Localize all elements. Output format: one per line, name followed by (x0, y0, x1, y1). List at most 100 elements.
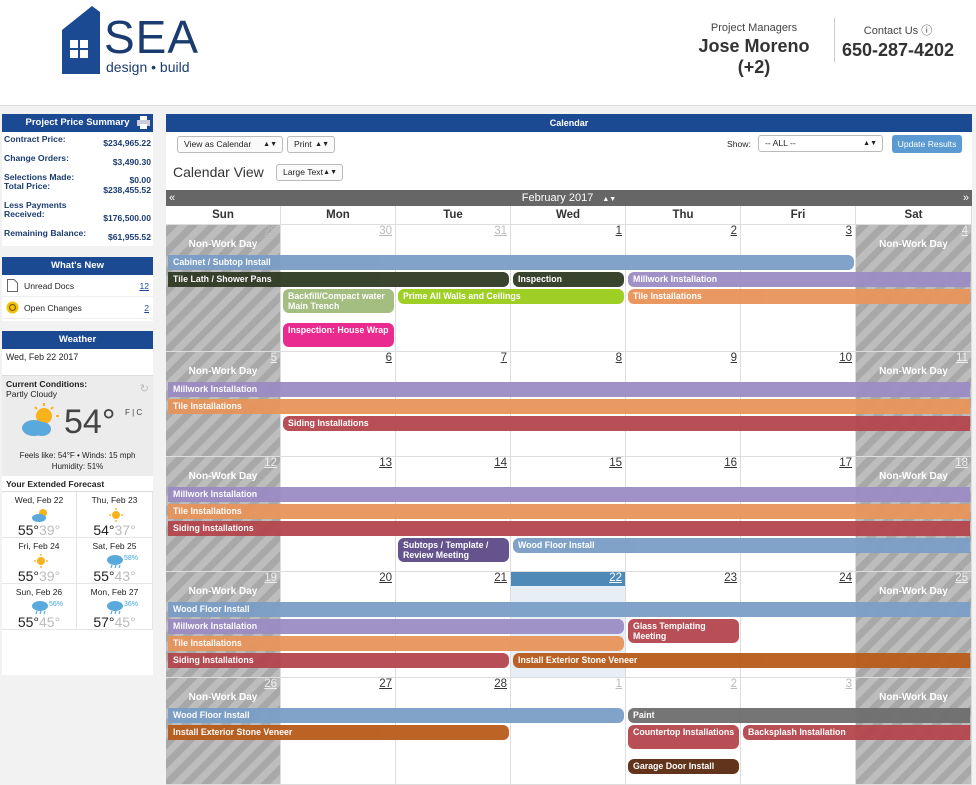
calendar-event[interactable]: Paint (628, 708, 970, 723)
non-work-day-label: Non-Work Day (188, 586, 258, 597)
pm-name[interactable]: Jose Moreno (+2) (680, 36, 828, 78)
weather-panel: Weather Wed, Feb 22 2017 Current Conditi… (2, 331, 153, 675)
day-number[interactable]: 1 (616, 225, 622, 237)
day-number[interactable]: 29 (264, 225, 277, 237)
refresh-icon[interactable]: ↻ (140, 382, 149, 395)
non-work-day-label: Non-Work Day (188, 366, 258, 377)
forecast-day-label: Wed, Feb 22 (14, 495, 64, 505)
day-number[interactable]: 30 (379, 225, 392, 237)
logo-tagline: design • build (106, 59, 190, 75)
day-number[interactable]: 26 (264, 678, 277, 690)
calendar-event[interactable]: Millwork Installation (168, 382, 970, 397)
calendar-event[interactable]: Backfill/Compact water Main Trench (283, 289, 394, 313)
day-number[interactable]: 7 (501, 352, 507, 364)
calendar-event[interactable]: Tile Installations (168, 636, 624, 651)
partly-cloudy-icon (22, 403, 59, 436)
month-label[interactable]: February 2017 (522, 192, 594, 204)
price-row: Selections Made: Total Price: $0.00 $238,… (2, 172, 153, 196)
calendar-day-nonwork[interactable]: 29 Non-Work Day (166, 225, 281, 352)
calendar-event[interactable]: Install Exterior Stone Veneer (168, 725, 509, 740)
day-number[interactable]: 12 (264, 457, 277, 469)
prev-month-button[interactable]: « (169, 190, 175, 206)
day-number[interactable]: 28 (494, 678, 507, 690)
day-number[interactable]: 9 (731, 352, 737, 364)
rain-icon (107, 601, 123, 614)
day-number[interactable]: 2 (731, 678, 737, 690)
unread-docs-row[interactable]: Unread Docs 12 (2, 275, 153, 297)
next-month-button[interactable]: » (963, 190, 969, 206)
calendar-event[interactable]: Prime All Walls and Ceilings (398, 289, 624, 304)
day-number[interactable]: 16 (724, 457, 737, 469)
open-changes-label: Open Changes (24, 303, 82, 313)
day-number[interactable]: 20 (379, 572, 392, 584)
calendar-event[interactable]: Tile Lath / Shower Pans (168, 272, 509, 287)
calendar-event[interactable]: Siding Installations (168, 521, 970, 536)
day-number[interactable]: 14 (494, 457, 507, 469)
conditions-label: Current Conditions: (6, 379, 88, 389)
calendar-event[interactable]: Subtops / Template / Review Meeting (398, 538, 509, 562)
open-changes-row[interactable]: Open Changes 2 (2, 297, 153, 319)
day-number[interactable]: 3 (846, 225, 852, 237)
calendar-event[interactable]: Millwork Installation (628, 272, 970, 287)
day-number[interactable]: 5 (271, 352, 277, 364)
day-number[interactable]: 8 (616, 352, 622, 364)
calendar-event[interactable]: Millwork Installation (168, 487, 970, 502)
open-changes-count[interactable]: 2 (144, 303, 149, 313)
day-number[interactable]: 10 (839, 352, 852, 364)
day-number[interactable]: 23 (724, 572, 737, 584)
view-select[interactable]: View as Calendar ▲▼ (177, 136, 283, 153)
calendar-event[interactable]: Tile Installations (628, 289, 970, 304)
calendar-event[interactable]: Install Exterior Stone Veneer (513, 653, 970, 668)
calendar-event[interactable]: Siding Installations (283, 416, 970, 431)
calendar-view-title: Calendar View (173, 164, 264, 180)
calendar-event[interactable]: Wood Floor Install (168, 708, 624, 723)
calendar-event[interactable]: Garage Door Install (628, 759, 739, 774)
day-number[interactable]: 17 (839, 457, 852, 469)
contact-label[interactable]: Contact Us ⓘ (840, 22, 956, 38)
print-select[interactable]: Print ▲▼ (287, 136, 335, 153)
forecast-day-label: Mon, Feb 27 (90, 587, 139, 597)
day-number[interactable]: 2 (731, 225, 737, 237)
calendar-event[interactable]: Millwork Installation (168, 619, 624, 634)
calendar-event[interactable]: Inspection: House Wrap (283, 323, 394, 347)
calendar-event[interactable]: Countertop Installations (628, 725, 739, 749)
show-select[interactable]: -- ALL -- ▲▼ (758, 135, 883, 152)
day-number[interactable]: 24 (839, 572, 852, 584)
calendar-event[interactable]: Siding Installations (168, 653, 509, 668)
update-results-button[interactable]: Update Results (892, 135, 962, 153)
day-number[interactable]: 27 (379, 678, 392, 690)
day-number[interactable]: 4 (962, 678, 968, 690)
text-size-select[interactable]: Large Text ▲▼ (276, 164, 343, 181)
calendar-event[interactable]: Tile Installations (168, 504, 970, 519)
day-number[interactable]: 21 (494, 572, 507, 584)
unread-docs-count[interactable]: 12 (139, 281, 149, 291)
day-number[interactable]: 19 (264, 572, 277, 584)
month-picker-icon[interactable]: ▲▼ (602, 196, 616, 203)
day-number[interactable]: 13 (379, 457, 392, 469)
forecast-temps: 55°45° (2, 614, 76, 630)
calendar-event[interactable]: Tile Installations (168, 399, 970, 414)
day-number[interactable]: 25 (955, 572, 968, 584)
calendar-event[interactable]: Inspection (513, 272, 624, 287)
day-number[interactable]: 4 (962, 225, 968, 237)
calendar-event[interactable]: Glass Templating Meeting (628, 619, 739, 643)
day-number[interactable]: 11 (956, 352, 968, 364)
forecast-day: Sat, Feb 25 58% 55°43° (77, 538, 153, 584)
calendar-event[interactable]: Backsplash Installation (743, 725, 970, 740)
day-number[interactable]: 31 (494, 225, 507, 237)
day-number[interactable]: 18 (955, 457, 968, 469)
unit-toggle[interactable]: F | C (125, 408, 142, 417)
calendar-event[interactable]: Wood Floor Install (168, 602, 970, 617)
day-number[interactable]: 15 (609, 457, 622, 469)
calendar-day[interactable]: 1 (511, 678, 626, 785)
calendar-event[interactable]: Cabinet / Subtop Install (168, 255, 854, 270)
forecast-grid: Wed, Feb 22 55°39° Thu, Feb 23 54°37° Fri, F… (2, 492, 153, 630)
day-number[interactable]: 6 (386, 352, 392, 364)
day-number[interactable]: 3 (846, 678, 852, 690)
print-icon[interactable] (137, 116, 150, 129)
day-number[interactable]: 1 (616, 678, 622, 690)
select-caret-icon: ▲▼ (323, 169, 337, 176)
price-value: $3,490.30 (112, 157, 151, 167)
day-number[interactable]: 22 (511, 572, 625, 586)
calendar-event[interactable]: Wood Floor Install (513, 538, 970, 553)
